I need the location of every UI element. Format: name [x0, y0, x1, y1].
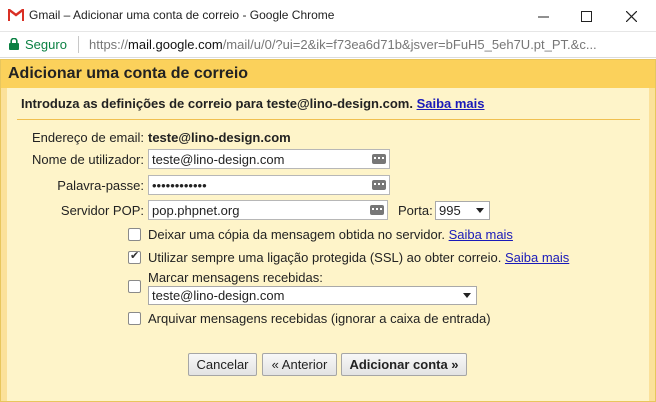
email-label: Endereço de email:	[31, 130, 144, 145]
pop-server-value: pop.phpnet.org	[152, 203, 240, 218]
email-value: teste@lino-design.com	[148, 130, 291, 145]
window-titlebar: Gmail – Adicionar uma conta de correio -…	[0, 0, 656, 32]
url-text[interactable]: https://mail.google.com/mail/u/0/?ui=2&i…	[89, 37, 649, 52]
label-incoming-checkbox[interactable]	[128, 280, 141, 293]
back-button[interactable]: « Anterior	[262, 353, 337, 376]
leave-copy-text: Deixar uma cópia da mensagem obtida no s…	[148, 227, 445, 242]
maximize-icon	[580, 10, 592, 22]
password-value: ••••••••••••	[152, 178, 207, 193]
label-incoming-text: Marcar mensagens recebidas:	[148, 270, 323, 285]
use-ssl-checkbox[interactable]	[128, 249, 141, 264]
port-select[interactable]: 995	[435, 201, 490, 220]
lock-icon	[9, 38, 19, 50]
label-select-value: teste@lino-design.com	[152, 288, 285, 303]
maximize-button[interactable]	[563, 0, 609, 32]
minimize-icon	[537, 16, 549, 17]
dialog-header: Adicionar uma conta de correio	[1, 60, 655, 88]
dropdown-caret-icon	[476, 208, 484, 213]
password-label: Palavra-passe:	[57, 178, 144, 193]
add-account-button[interactable]: Adicionar conta »	[341, 353, 467, 376]
gmail-icon	[8, 9, 24, 21]
pop-server-field[interactable]: pop.phpnet.org	[148, 200, 388, 220]
archive-incoming-text: Arquivar mensagens recebidas (ignorar a …	[148, 311, 491, 326]
secure-label: Seguro	[25, 37, 67, 52]
dialog-body: Introduza as definições de correio para …	[7, 88, 649, 401]
leave-copy-checkbox[interactable]	[128, 228, 141, 241]
minimize-button[interactable]	[520, 0, 566, 32]
dialog-title: Adicionar uma conta de correio	[8, 65, 249, 82]
intro-label: Introduza as definições de correio para …	[21, 96, 413, 111]
close-button[interactable]	[608, 0, 654, 32]
label-select[interactable]: teste@lino-design.com	[148, 286, 477, 305]
close-icon	[625, 10, 637, 22]
keyboard-icon[interactable]	[370, 205, 384, 215]
use-ssl-learn-more-link[interactable]: Saiba mais	[505, 250, 569, 265]
learn-more-link[interactable]: Saiba mais	[417, 96, 485, 111]
archive-incoming-checkbox[interactable]	[128, 312, 141, 325]
leave-copy-option: Deixar uma cópia da mensagem obtida no s…	[148, 227, 513, 242]
use-ssl-option: Utilizar sempre uma ligação protegida (S…	[148, 250, 569, 265]
use-ssl-text: Utilizar sempre uma ligação protegida (S…	[148, 250, 502, 265]
leave-copy-learn-more-link[interactable]: Saiba mais	[449, 227, 513, 242]
pop-server-label: Servidor POP:	[60, 203, 144, 218]
username-label: Nome de utilizador:	[32, 152, 144, 167]
url-host: mail.google.com	[128, 37, 223, 52]
port-value: 995	[439, 203, 461, 218]
intro-text: Introduza as definições de correio para …	[21, 96, 485, 111]
password-field[interactable]: ••••••••••••	[148, 175, 390, 195]
username-value: teste@lino-design.com	[152, 152, 285, 167]
keyboard-icon[interactable]	[372, 180, 386, 190]
cancel-button[interactable]: Cancelar	[188, 353, 257, 376]
url-path: /mail/u/0/?ui=2&ik=f73ea6d71b&jsver=bFuH…	[222, 37, 597, 52]
username-field[interactable]: teste@lino-design.com	[148, 149, 390, 169]
keyboard-icon[interactable]	[372, 154, 386, 164]
divider	[78, 36, 79, 53]
address-bar[interactable]: Seguro https://mail.google.com/mail/u/0/…	[0, 32, 656, 58]
divider	[17, 119, 640, 120]
add-account-dialog: Adicionar uma conta de correio Introduza…	[0, 59, 656, 402]
url-scheme: https://	[89, 37, 129, 52]
window-title: Gmail – Adicionar uma conta de correio -…	[29, 8, 335, 22]
dropdown-caret-icon	[463, 293, 471, 298]
port-label: Porta:	[398, 203, 433, 218]
